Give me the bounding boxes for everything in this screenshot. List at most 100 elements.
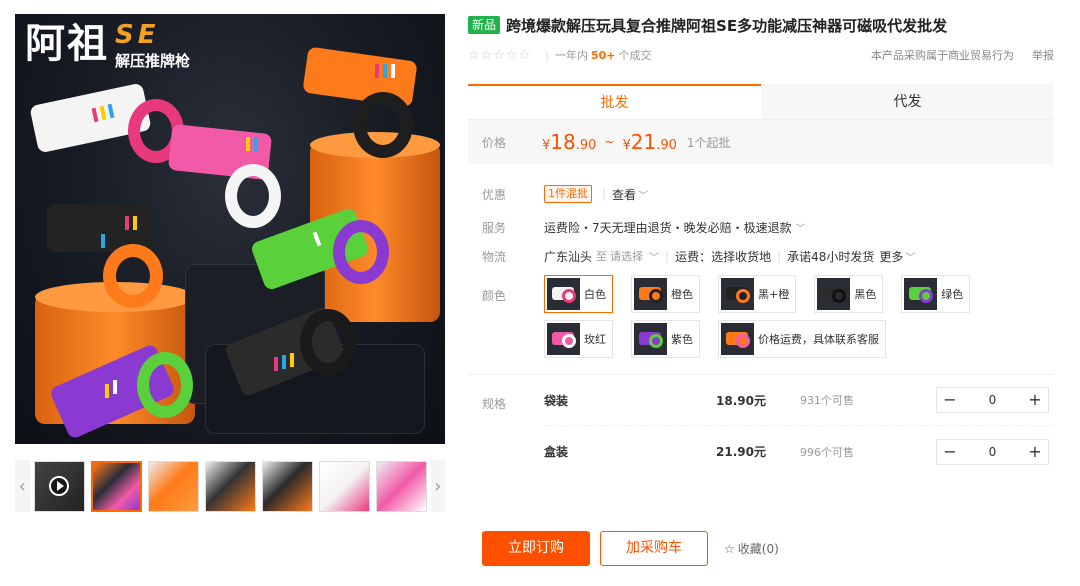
- price-range-sep: ~: [604, 135, 615, 149]
- brand-se: SE: [115, 20, 160, 50]
- price-low-dec: .90: [575, 138, 597, 153]
- promo-check-button[interactable]: 查看 ﹀: [612, 186, 648, 203]
- color-option-label: 玫红: [584, 333, 606, 346]
- logistics-origin: 广东汕头: [544, 249, 593, 264]
- spec-price: 21.90元: [716, 445, 766, 459]
- price-low: ¥18.90: [542, 130, 596, 154]
- logistics-row: 物流 广东汕头 至 请选择 ﹀ | 运费：选择收货地 | 承诺48小时发货 更多…: [468, 246, 1054, 266]
- service-label: 服务: [482, 220, 507, 235]
- add-to-cart-button[interactable]: 加采购车: [600, 531, 708, 566]
- thumbnail-item[interactable]: [318, 460, 370, 512]
- currency-symbol: ¥: [622, 138, 631, 153]
- trade-note: 本产品采购属于商业贸易行为: [871, 49, 1014, 62]
- chevron-down-icon: ﹀: [905, 252, 916, 264]
- tab-wholesale[interactable]: 批发: [468, 84, 761, 119]
- color-option[interactable]: 黑+橙: [718, 275, 797, 313]
- color-option[interactable]: 绿色: [901, 275, 971, 313]
- sold-suffix: 个成交: [618, 49, 652, 62]
- product-info: 新品 跨境爆款解压玩具复合推牌阿祖SE多功能减压神器可磁吸代发批发 ☆☆☆☆☆ …: [468, 14, 1054, 477]
- promo-label: 优惠: [482, 187, 507, 202]
- price-label: 价格: [482, 135, 507, 150]
- quantity-input[interactable]: [963, 444, 1022, 459]
- price-low-int: 18: [550, 130, 576, 154]
- color-option-label: 绿色: [941, 288, 964, 301]
- brand-name: 阿祖: [25, 21, 109, 67]
- spec-label: 规格: [482, 397, 507, 411]
- color-swatch-image: [904, 278, 938, 310]
- decrement-button[interactable]: −: [937, 440, 963, 464]
- color-option[interactable]: 白色: [544, 275, 613, 313]
- quantity-input[interactable]: [963, 393, 1022, 407]
- spec-name: 袋装: [544, 393, 569, 408]
- brand-subtitle: 解压推牌枪: [115, 52, 191, 70]
- service-row: 服务 运费险・7天无理由退货・晚发必赔・极速退款 ﹀: [468, 217, 1054, 237]
- divider: |: [777, 249, 782, 263]
- ship-promise: 承诺48小时发货: [787, 249, 875, 264]
- promo-tag: 1件混批: [544, 185, 592, 203]
- price-box: 价格 ¥18.90 ~ ¥21.90 1个起批: [468, 120, 1054, 164]
- tab-dropship[interactable]: 代发: [761, 84, 1054, 119]
- increment-button[interactable]: +: [1022, 440, 1048, 464]
- chevron-down-icon[interactable]: ﹀: [796, 220, 806, 235]
- sold-count: 50+: [591, 48, 616, 62]
- price-high: ¥21.90: [622, 130, 676, 154]
- logistics-to: 至: [596, 250, 608, 263]
- favorite-button[interactable]: ☆ 收藏(0): [724, 540, 779, 557]
- thumbnail-item[interactable]: [261, 460, 313, 512]
- title-row: 新品 跨境爆款解压玩具复合推牌阿祖SE多功能减压神器可磁吸代发批发: [468, 14, 1054, 36]
- purchase-tabs: 批发 代发: [468, 84, 1054, 120]
- rating-row: ☆☆☆☆☆ | 一年内 50+ 个成交 本产品采购属于商业贸易行为 举报: [468, 44, 1054, 66]
- more-logistics-button[interactable]: 更多: [879, 248, 903, 265]
- thumbnail-item[interactable]: [204, 460, 256, 512]
- spec-stock: 996个可售: [800, 445, 854, 459]
- star-rating-icon: ☆☆☆☆☆: [468, 47, 532, 63]
- increment-button[interactable]: +: [1022, 388, 1048, 412]
- thumbnail-item[interactable]: [90, 460, 142, 512]
- color-row: 颜色 白色 橙色 黑+橙 黑色 绿色 玫红 紫色 价格运费，具体联系客服: [468, 275, 1054, 358]
- color-option-label: 白色: [584, 288, 606, 301]
- logistics-label: 物流: [482, 249, 507, 264]
- thumb-prev-button[interactable]: ‹: [15, 460, 30, 512]
- destination-select[interactable]: 请选择: [610, 248, 643, 264]
- product-gallery: 阿祖 SE 解压推牌枪 ‹ ›: [15, 14, 445, 512]
- min-order: 1个起批: [686, 135, 731, 150]
- color-swatch-image: [547, 323, 580, 355]
- report-link[interactable]: 举报: [1032, 47, 1054, 63]
- color-option-label: 紫色: [671, 333, 693, 346]
- favorite-label: 收藏(0): [737, 542, 779, 556]
- color-option-label: 橙色: [671, 288, 693, 301]
- decrement-button[interactable]: −: [937, 388, 963, 412]
- color-swatch-image: [721, 278, 754, 310]
- color-option-label: 价格运费，具体联系客服: [758, 333, 879, 346]
- spec-row: 盒装 21.90元 996个可售 − +: [544, 426, 1054, 477]
- sold-prefix: 一年内: [555, 49, 588, 62]
- color-swatch-image: [634, 323, 667, 355]
- spec-stock: 931个可售: [800, 394, 854, 407]
- thumbnail-video[interactable]: [33, 460, 85, 512]
- thumbnail-strip: ‹ ›: [15, 460, 445, 512]
- action-bar: 立即订购 加采购车 ☆ 收藏(0): [482, 531, 779, 566]
- chevron-down-icon[interactable]: ﹀: [649, 249, 659, 264]
- divider: |: [602, 187, 607, 201]
- color-option[interactable]: 紫色: [631, 320, 700, 358]
- color-option[interactable]: 橙色: [631, 275, 700, 313]
- divider: |: [545, 48, 549, 62]
- new-badge: 新品: [468, 16, 501, 34]
- chevron-down-icon: ﹀: [638, 190, 649, 202]
- color-swatch-image: [817, 278, 851, 310]
- quantity-stepper: − +: [936, 438, 1049, 465]
- color-option[interactable]: 价格运费，具体联系客服: [718, 320, 886, 358]
- main-product-image[interactable]: 阿祖 SE 解压推牌枪: [15, 14, 445, 444]
- thumb-next-button[interactable]: ›: [430, 460, 445, 512]
- spec-name: 盒装: [544, 445, 569, 459]
- color-option[interactable]: 黑色: [814, 275, 884, 313]
- quantity-stepper: − +: [936, 387, 1049, 413]
- color-options: 白色 橙色 黑+橙 黑色 绿色玫红 紫色 价格运费，具体联系客服: [544, 275, 1044, 358]
- price-high-int: 21: [630, 130, 657, 154]
- buy-now-button[interactable]: 立即订购: [482, 531, 590, 566]
- product-title: 跨境爆款解压玩具复合推牌阿祖SE多功能减压神器可磁吸代发批发: [506, 16, 948, 35]
- thumbnail-item[interactable]: [375, 460, 427, 512]
- color-option[interactable]: 玫红: [544, 320, 613, 358]
- promo-row: 优惠 1件混批 | 查看 ﹀: [468, 184, 1054, 204]
- thumbnail-item[interactable]: [147, 460, 199, 512]
